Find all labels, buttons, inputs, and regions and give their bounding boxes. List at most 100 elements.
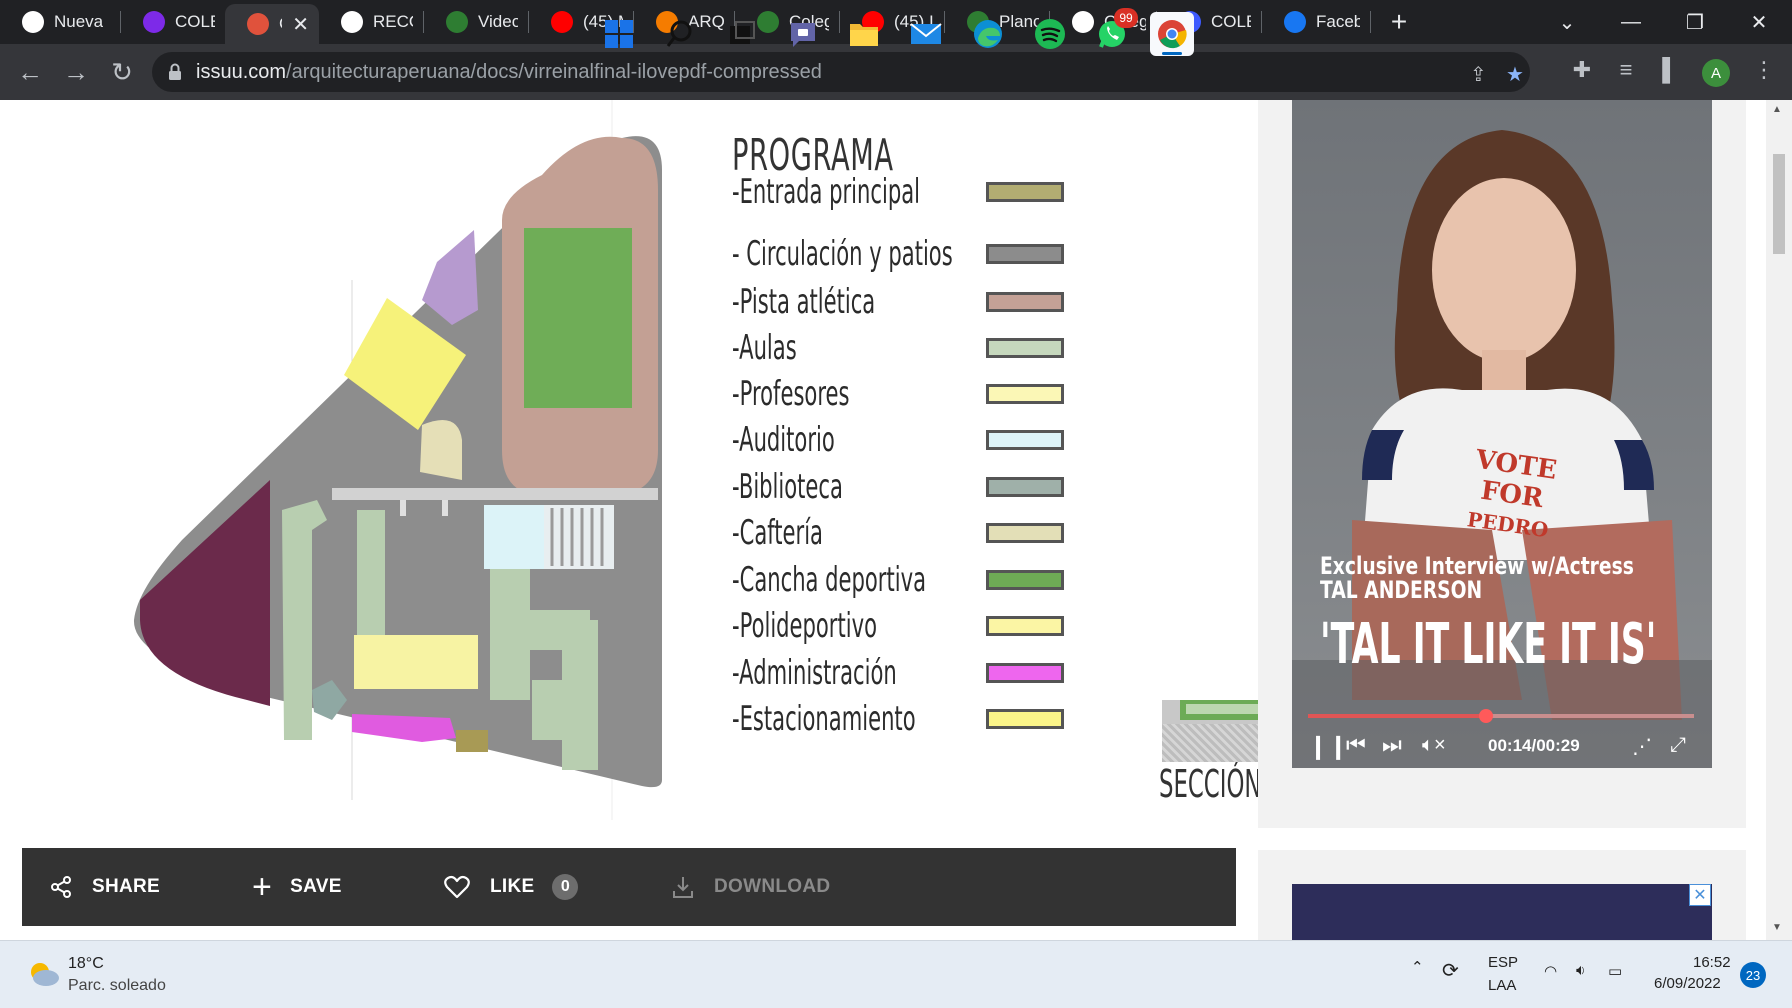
share-page-icon[interactable]: ⇪ <box>1470 62 1487 87</box>
video-ad[interactable]: VOTE FOR PEDRO Exclusive Interview w/Act… <box>1292 100 1712 768</box>
back-button[interactable]: ← <box>10 52 50 92</box>
file-explorer-button[interactable] <box>842 12 886 56</box>
video-share-icon[interactable]: ⋰ <box>1632 734 1652 759</box>
browser-tab[interactable]: RECOR <box>319 0 423 44</box>
mail-button[interactable] <box>904 12 948 56</box>
video-progress-track[interactable] <box>1308 709 1694 723</box>
search-taskbar-button[interactable] <box>658 12 702 56</box>
extensions-icon[interactable]: ✚ <box>1564 52 1600 88</box>
address-bar[interactable]: issuu.com/arquitecturaperuana/docs/virre… <box>152 52 1530 92</box>
browser-tab[interactable]: Col ✕ <box>225 4 319 44</box>
shield-icon <box>446 11 468 33</box>
bookmark-star-icon[interactable]: ★ <box>1506 62 1524 87</box>
browser-tab[interactable]: COLEG <box>121 0 225 44</box>
secondary-ad[interactable] <box>1292 884 1712 940</box>
video-progress-fill <box>1308 714 1486 718</box>
share-icon <box>50 876 72 898</box>
start-button[interactable] <box>597 12 641 56</box>
menu-kebab-icon[interactable]: ⋮ <box>1746 52 1782 88</box>
close-window-button[interactable]: ✕ <box>1727 0 1791 44</box>
legend-label: -Pista atlética <box>732 282 876 322</box>
reload-button[interactable]: ↻ <box>102 52 142 92</box>
share-button[interactable]: SHARE <box>50 848 160 926</box>
teams-chat-button[interactable] <box>781 12 825 56</box>
globe-icon <box>22 11 44 33</box>
volume-icon[interactable]: 🔉︎ <box>1576 962 1585 979</box>
notification-badge[interactable]: 23 <box>1740 962 1766 988</box>
legend-row: -Biblioteca <box>732 465 1064 509</box>
legend-label: -Cancha deportiva <box>732 560 926 600</box>
url-host: issuu.com <box>196 60 287 83</box>
video-progress-knob[interactable] <box>1478 709 1493 723</box>
wifi-icon[interactable]: ◠ <box>1544 962 1557 980</box>
side-panel-icon[interactable]: ▌ <box>1652 52 1688 88</box>
keyboard-layout[interactable]: LAA <box>1488 977 1516 994</box>
task-view-button[interactable] <box>720 12 764 56</box>
previous-icon[interactable]: ⏮ <box>1346 732 1366 758</box>
facebook-icon <box>1284 11 1306 33</box>
pause-icon[interactable]: ❙❙ <box>1308 732 1348 761</box>
like-label: LIKE <box>490 876 535 897</box>
legend-row: -Profesores <box>732 372 1064 416</box>
whatsapp-button[interactable]: 99 <box>1090 8 1138 56</box>
scroll-up-icon[interactable]: ▲ <box>1772 104 1782 115</box>
whatsapp-badge: 99 <box>1114 8 1138 28</box>
chrome-icon <box>1158 20 1187 49</box>
legend-row: -Pista atlética <box>732 280 1064 324</box>
scroll-down-icon[interactable]: ▼ <box>1772 922 1782 933</box>
tab-title: Video <box>478 12 518 31</box>
edge-button[interactable] <box>966 12 1010 56</box>
like-count-badge: 0 <box>552 874 579 900</box>
browser-tab[interactable]: Facebo <box>1262 0 1370 44</box>
save-button[interactable]: + SAVE <box>252 848 342 926</box>
forward-button[interactable]: → <box>56 52 96 92</box>
mute-icon[interactable]: 🔈︎× <box>1422 734 1446 757</box>
clock-date[interactable]: 6/09/2022 <box>1654 975 1721 992</box>
folder-icon <box>850 24 878 46</box>
legend-row: -Cancha deportiva <box>732 558 1064 602</box>
language-code[interactable]: ESP <box>1488 954 1518 971</box>
spotify-button[interactable] <box>1028 12 1072 56</box>
tab-search-icon[interactable]: ⌄ <box>1535 0 1599 44</box>
plus-icon: + <box>252 867 273 906</box>
tray-overflow-icon[interactable]: ⌃ <box>1411 958 1424 976</box>
clock-time[interactable]: 16:52 <box>1693 954 1731 971</box>
fullscreen-icon[interactable]: ⤢ <box>1670 734 1686 757</box>
browser-tab[interactable]: Nueva <box>0 0 120 44</box>
windows-logo-icon <box>605 20 633 48</box>
tab-title: Facebo <box>1316 12 1360 31</box>
legend-row: -Estacionamiento <box>732 697 1064 741</box>
edge-icon <box>974 20 1002 48</box>
legend-row: -Entrada principal <box>732 170 1064 214</box>
download-button[interactable]: DOWNLOAD <box>672 848 830 926</box>
chrome-taskbar-button[interactable] <box>1150 12 1194 56</box>
legend-row: - Circulación y patios <box>732 232 1064 276</box>
task-view-icon <box>730 21 755 44</box>
battery-icon[interactable]: ▭ <box>1608 962 1622 980</box>
minimize-button[interactable]: — <box>1599 0 1663 44</box>
tab-close-icon[interactable]: ✕ <box>292 12 309 37</box>
restore-button[interactable]: ❐ <box>1663 0 1727 44</box>
ad-close-icon[interactable]: ✕ <box>1689 884 1711 906</box>
legend-swatch <box>986 430 1064 450</box>
browser-tab[interactable]: Video <box>424 0 528 44</box>
vertical-scrollbar[interactable]: ▲ ▼ <box>1766 100 1792 940</box>
weather-icon[interactable] <box>26 958 60 988</box>
download-label: DOWNLOAD <box>714 876 831 897</box>
document-action-bar: SHARE + SAVE LIKE 0 DOWNLOAD <box>22 848 1236 926</box>
tab-title: Col <box>279 14 282 34</box>
active-app-indicator <box>1162 52 1182 55</box>
share-label: SHARE <box>92 876 161 897</box>
spotify-icon <box>1035 19 1065 49</box>
sync-icon[interactable]: ⟳ <box>1442 958 1459 983</box>
target-icon <box>247 13 269 35</box>
like-button[interactable]: LIKE 0 <box>444 848 579 926</box>
legend-swatch <box>986 244 1064 264</box>
legend-label: -Profesores <box>732 374 850 414</box>
media-control-icon[interactable]: ≡ <box>1608 52 1644 88</box>
new-tab-button[interactable]: + <box>1381 6 1417 38</box>
next-icon[interactable]: ⏭ <box>1382 732 1402 758</box>
ad-headline: 'TAL IT LIKE IT IS' <box>1320 612 1657 677</box>
profile-avatar[interactable]: A <box>1702 59 1730 87</box>
scrollbar-thumb[interactable] <box>1773 154 1785 254</box>
